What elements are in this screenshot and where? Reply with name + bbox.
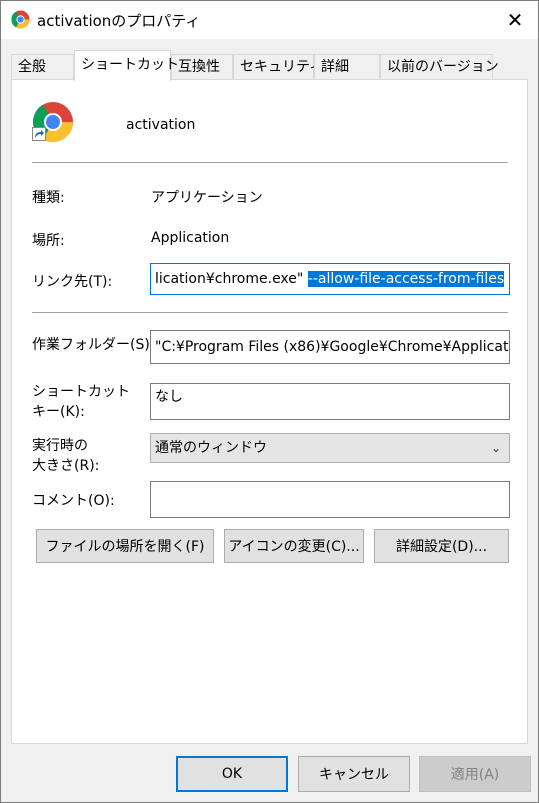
hotkey-input[interactable]: なし [150, 383, 510, 420]
close-icon: ✕ [506, 8, 524, 32]
window-title: activationのプロパティ [37, 12, 201, 30]
target-label: リンク先(T): [32, 274, 113, 290]
chevron-down-icon: ⌄ [490, 441, 501, 455]
shortcut-arrow-icon [32, 127, 46, 141]
run-label-line2: 大きさ(R): [32, 458, 100, 474]
target-selected-text: --allow-file-access-from-files [307, 271, 505, 287]
tab-shortcut[interactable]: ショートカット [74, 50, 179, 81]
tab-details[interactable]: 詳細 [314, 54, 380, 80]
run-size-select[interactable]: 通常のウィンドウ ⌄ [150, 433, 510, 463]
open-file-location-button[interactable]: ファイルの場所を開く(F) [36, 529, 214, 563]
properties-dialog: activationのプロパティ ✕ 全般 ショートカット 互換性 セキュリティ… [0, 0, 539, 803]
comment-label: コメント(O): [32, 493, 115, 509]
divider [32, 312, 508, 313]
workdir-label: 作業フォルダー(S): [32, 337, 155, 353]
hotkey-label: ショートカット キー(K): [32, 382, 130, 422]
run-label-line1: 実行時の [32, 438, 88, 454]
tab-compatibility[interactable]: 互換性 [171, 54, 233, 80]
advanced-button[interactable]: 詳細設定(D)... [374, 529, 509, 563]
apply-button[interactable]: 適用(A) [419, 756, 531, 792]
location-value: Application [151, 230, 230, 246]
title-bar: activationのプロパティ ✕ [1, 1, 538, 39]
type-label: 種類: [32, 190, 65, 206]
tab-security[interactable]: セキュリティ [233, 54, 323, 80]
tab-previous-versions[interactable]: 以前のバージョン [380, 54, 499, 80]
location-label: 場所: [32, 233, 65, 249]
target-input[interactable]: lication¥chrome.exe" --allow-file-access… [150, 263, 510, 295]
close-button[interactable]: ✕ [492, 1, 538, 39]
divider [32, 162, 508, 163]
shortcut-name: activation [126, 117, 196, 133]
run-size-value: 通常のウィンドウ [155, 440, 267, 456]
run-label: 実行時の 大きさ(R): [32, 436, 99, 476]
tab-general[interactable]: 全般 [11, 54, 74, 80]
type-value: アプリケーション [151, 190, 263, 206]
cancel-button[interactable]: キャンセル [298, 756, 410, 792]
hotkey-label-line2: キー(K): [32, 404, 85, 420]
comment-input[interactable] [150, 481, 510, 518]
hotkey-label-line1: ショートカット [32, 384, 130, 400]
ok-button[interactable]: OK [176, 756, 288, 792]
workdir-input[interactable]: "C:¥Program Files (x86)¥Google¥Chrome¥Ap… [150, 330, 510, 364]
chrome-icon [11, 10, 30, 29]
change-icon-button[interactable]: アイコンの変更(C)... [224, 529, 364, 563]
target-text: lication¥chrome.exe" [155, 271, 308, 287]
